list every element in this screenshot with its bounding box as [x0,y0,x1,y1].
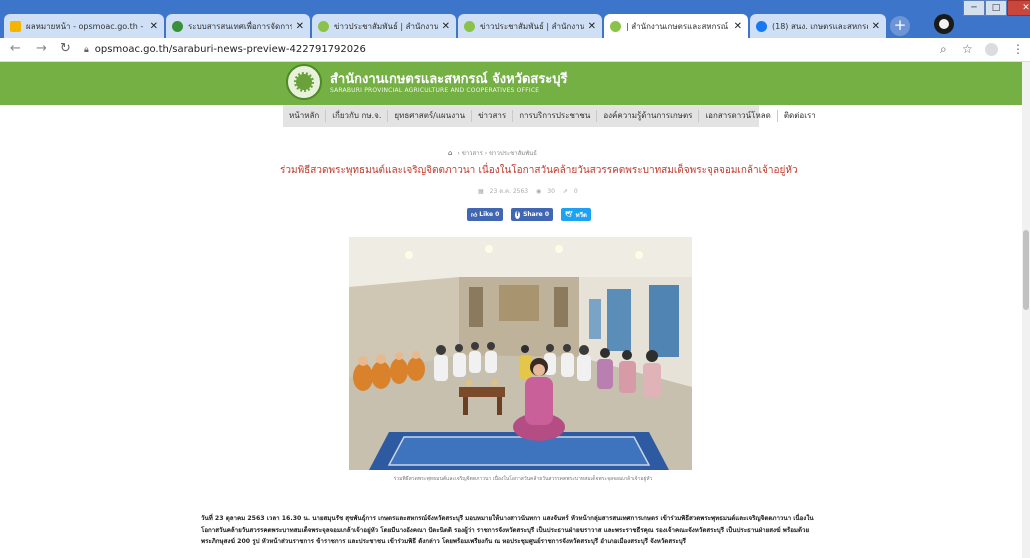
profile-icon[interactable] [985,43,998,56]
calendar-icon: ▦ [478,188,484,195]
scrollbar-thumb[interactable] [1023,230,1029,310]
tab-favicon-icon [756,20,767,32]
nav-item-news[interactable]: ข่าวสาร [472,110,514,122]
url-text: opsmoac.go.th/saraburi-news-preview-4227… [94,44,366,55]
nav-item-home[interactable]: หน้าหลัก [283,110,327,122]
facebook-like-button[interactable]: 👍︎ Like 0 [467,208,503,221]
tab-favicon-icon [610,20,621,32]
minimize-button[interactable]: ─ [963,0,985,16]
twitter-bird-icon: 🕊︎ [565,211,573,218]
window-controls: ─ □ ✕ [963,0,1030,16]
nav-item-downloads[interactable]: เอกสารดาวน์โหลด [699,110,778,122]
site-logo[interactable] [286,64,322,100]
share-count: 0 [573,188,578,195]
breadcrumb-item[interactable]: ข่าวสาร [462,150,483,157]
address-bar[interactable]: 🔒︎ opsmoac.go.th/saraburi-news-preview-42… [84,41,924,59]
close-window-button[interactable]: ✕ [1007,0,1030,16]
tab-title: | สำนักงานเกษตรและสหกรณ์ จังหวัด [626,21,730,31]
tab-close-icon[interactable]: ✕ [872,21,880,32]
zoom-search-icon[interactable]: ⌕ [940,42,947,57]
tab-title: ข่าวประชาสัมพันธ์ | สำนักงานเกษตร [334,21,438,31]
main-navigation: หน้าหลัก เกี่ยวกับ กษ.จ. ยุทธศาสตร์/แผนง… [283,105,816,127]
site-title[interactable]: สำนักงานเกษตรและสหกรณ์ จังหวัดสระบุรี [330,68,568,89]
view-count: 30 [547,188,555,195]
article-meta: ▦ 23 ต.ค. 2563 ◉ 30 ⇗ 0 [478,186,584,196]
breadcrumb-item[interactable]: ข่าวประชาสัมพันธ์ [489,150,537,157]
profile-avatar-icon[interactable] [934,14,954,34]
tab-title: ระบบสารสนเทศเพื่อการจัดการองค์ความรู้ กษ… [188,21,292,31]
twitter-tweet-button[interactable]: 🕊︎ ทวีต [561,208,591,221]
facebook-share-button[interactable]: f Share 0 [511,208,553,221]
article-photo[interactable] [349,237,692,470]
facebook-icon: f [515,210,521,219]
tab-close-icon[interactable]: ✕ [442,21,450,32]
tab-favicon-icon [172,20,183,32]
maximize-button[interactable]: □ [985,0,1007,16]
browser-tab[interactable]: ผลหมายหน้า - opsmoac.go.th - S ✕ [4,14,164,38]
page-scrollbar[interactable] [1022,62,1030,558]
article-body: วันที่ 23 ตุลาคม 2563 เวลา 16.30 น. นายส… [201,515,814,545]
nav-item-contact[interactable]: ติดต่อเรา [778,110,822,122]
tab-close-icon[interactable]: ✕ [734,21,742,32]
browser-tab[interactable]: ข่าวประชาสัมพันธ์ | สำนักงานเกษตร ✕ [312,14,456,38]
menu-kebab-icon[interactable]: ⋮ [1012,42,1024,56]
tab-close-icon[interactable]: ✕ [150,21,158,32]
web-page: สำนักงานเกษตรและสหกรณ์ จังหวัดสระบุรี SA… [0,62,1022,558]
back-arrow-icon[interactable]: ← [10,41,21,56]
tab-favicon-icon [10,20,21,32]
home-icon[interactable]: ⌂ [448,149,452,157]
site-header: สำนักงานเกษตรและสหกรณ์ จังหวัดสระบุรี SA… [0,62,1022,105]
breadcrumb: ⌂ › ข่าวสาร › ข่าวประชาสัมพันธ์ [448,149,537,157]
browser-tab[interactable]: (18) สนง. เกษตรและสหกรณ์ จังหวัด ✕ [750,14,886,38]
article-date: 23 ต.ค. 2563 [489,188,529,195]
lock-icon: 🔒︎ [84,45,89,55]
browser-toolbar: ← → ↻ 🔒︎ opsmoac.go.th/saraburi-news-prev… [0,38,1030,62]
nav-item-strategy[interactable]: ยุทธศาสตร์/แผนงาน [388,110,473,122]
tab-title: ผลหมายหน้า - opsmoac.go.th - S [26,21,146,31]
browser-tab[interactable]: ข่าวประชาสัมพันธ์ | สำนักงานเกษตร ✕ [458,14,602,38]
nav-item-about[interactable]: เกี่ยวกับ กษ.จ. [326,110,389,122]
article-headline: ร่วมพิธีสวดพระพุทธมนต์และเจริญจิตตภาวนา … [280,165,798,176]
tab-favicon-icon [318,20,329,32]
tab-title: (18) สนง. เกษตรและสหกรณ์ จังหวัด [772,21,868,31]
thumbs-up-icon: 👍︎ [471,211,478,219]
browser-tab-strip: ผลหมายหน้า - opsmoac.go.th - S ✕ ระบบสาร… [0,0,1030,38]
browser-tab[interactable]: ระบบสารสนเทศเพื่อการจัดการองค์ความรู้ กษ… [166,14,310,38]
tab-favicon-icon [464,20,475,32]
photo-caption: ร่วมพิธีสวดพระพุทธมนต์และเจริญจิตตภาวนา … [393,476,653,482]
tab-close-icon[interactable]: ✕ [296,21,304,32]
browser-tab-active[interactable]: | สำนักงานเกษตรและสหกรณ์ จังหวัด ✕ [604,14,748,38]
new-tab-button[interactable]: + [890,16,910,36]
tab-close-icon[interactable]: ✕ [588,21,596,32]
eye-icon: ◉ [536,188,542,195]
share-icon: ⇗ [562,188,568,195]
tab-title: ข่าวประชาสัมพันธ์ | สำนักงานเกษตร [480,21,584,31]
site-subtitle: SARABURI PROVINCIAL AGRICULTURE AND COOP… [330,87,540,94]
forward-arrow-icon[interactable]: → [36,41,47,56]
social-share-bar: 👍︎ Like 0 f Share 0 🕊︎ ทวีต [467,208,591,221]
reload-icon[interactable]: ↻ [60,41,71,56]
nav-item-services[interactable]: การบริการประชาชน [513,110,598,122]
bookmark-star-icon[interactable]: ☆ [962,42,973,56]
nav-item-knowledge[interactable]: องค์ความรู้ด้านการเกษตร [597,110,700,122]
